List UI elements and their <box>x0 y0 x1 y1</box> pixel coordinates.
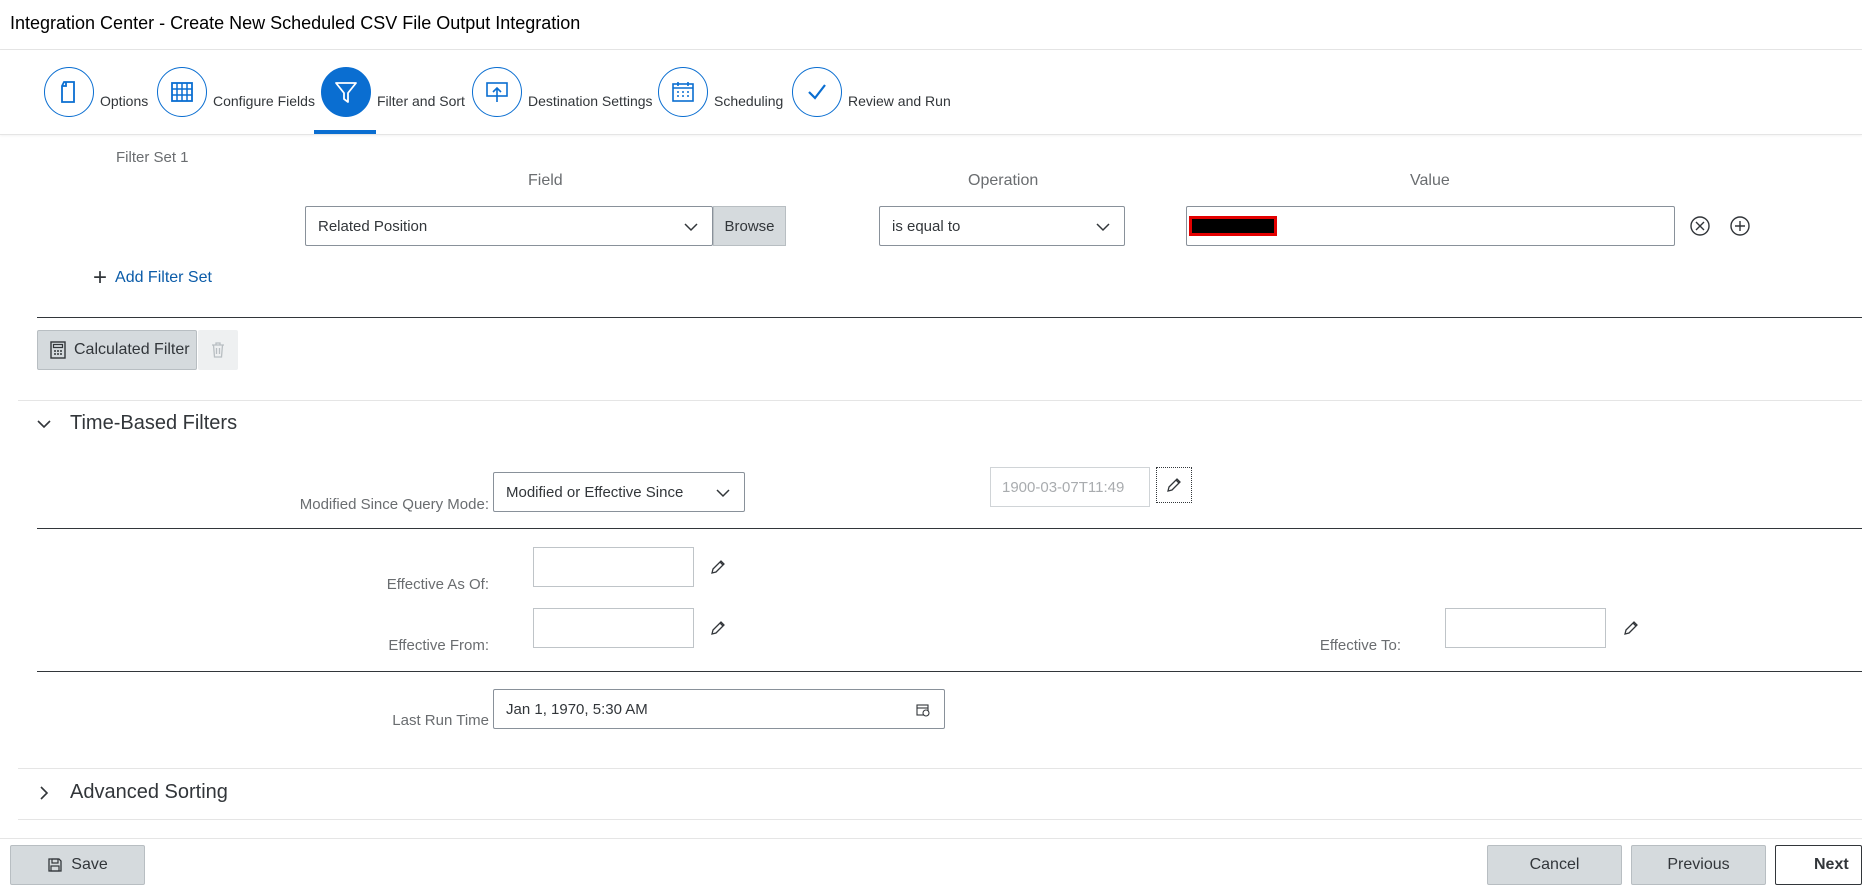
pencil-icon[interactable] <box>709 558 727 576</box>
footer-toolbar: Save Cancel Previous Next <box>0 838 1862 892</box>
filter-icon <box>321 67 371 117</box>
value-input[interactable] <box>1186 206 1675 246</box>
effective-from-label: Effective From: <box>388 637 489 654</box>
add-filter-set-label: Add Filter Set <box>115 269 212 286</box>
effective-as-of-label: Effective As Of: <box>386 576 489 593</box>
modified-since-select-value: Modified or Effective Since <box>506 483 684 501</box>
last-run-time-label: Last Run Time <box>392 712 489 729</box>
wizard-step-label: Options <box>100 93 149 109</box>
add-filter-icon[interactable] <box>1729 215 1751 237</box>
effective-from-input[interactable] <box>533 608 694 648</box>
add-filter-set-link[interactable]: + Add Filter Set <box>93 264 212 291</box>
redacted-value <box>1189 216 1277 236</box>
calendar-clock-icon[interactable] <box>916 703 930 717</box>
time-based-filters-toggle[interactable]: Time-Based Filters <box>36 412 237 435</box>
section-divider <box>18 400 1862 401</box>
title-bar: Integration Center - Create New Schedule… <box>0 0 1862 50</box>
calculator-icon <box>50 341 66 359</box>
table-grid-icon <box>157 67 207 117</box>
time-based-filters-title: Time-Based Filters <box>70 412 238 434</box>
wizard-step-label: Destination Settings <box>528 93 653 109</box>
chevron-right-icon <box>40 785 49 800</box>
chevron-down-icon <box>716 489 730 498</box>
previous-button[interactable]: Previous <box>1631 845 1766 885</box>
section-divider <box>18 819 1862 820</box>
save-icon <box>48 858 62 872</box>
delete-calculated-filter-button[interactable] <box>198 330 238 370</box>
browse-button[interactable]: Browse <box>713 206 786 246</box>
filter-set-label: Filter Set 1 <box>116 149 189 166</box>
cancel-button[interactable]: Cancel <box>1487 845 1622 885</box>
column-header-field: Field <box>528 172 563 189</box>
save-button[interactable]: Save <box>10 845 145 885</box>
calendar-icon <box>658 67 708 117</box>
effective-to-input[interactable] <box>1445 608 1606 648</box>
divider <box>37 317 1862 318</box>
wizard-progress: Options Configure Fields Filter and Sort… <box>0 50 1862 135</box>
effective-to-label: Effective To: <box>1319 637 1401 654</box>
chevron-down-icon <box>1096 223 1110 232</box>
calculated-filter-label: Calculated Filter <box>74 341 190 358</box>
calculated-filter-button[interactable]: Calculated Filter <box>37 330 197 370</box>
chevron-down-icon <box>684 223 698 232</box>
operation-select-value: is equal to <box>892 217 961 235</box>
pencil-icon[interactable] <box>1622 619 1640 637</box>
column-header-value: Value <box>1410 172 1450 189</box>
column-header-operation: Operation <box>968 172 1039 189</box>
page-title: Integration Center - Create New Schedule… <box>10 13 581 33</box>
advanced-sorting-title: Advanced Sorting <box>70 781 228 803</box>
section-divider <box>18 768 1862 769</box>
effective-as-of-input[interactable] <box>533 547 694 587</box>
chevron-down-icon <box>37 419 51 428</box>
modified-since-date-input[interactable]: 1900-03-07T11:49 <box>990 467 1150 507</box>
presentation-upload-icon <box>472 67 522 117</box>
last-run-time-input[interactable]: Jan 1, 1970, 5:30 AM <box>493 689 945 729</box>
last-run-time-value: Jan 1, 1970, 5:30 AM <box>506 700 648 718</box>
checkmark-icon <box>792 67 842 117</box>
save-label: Save <box>71 856 108 873</box>
operation-select[interactable]: is equal to <box>879 206 1125 246</box>
plus-icon: + <box>93 264 108 291</box>
document-icon <box>44 67 94 117</box>
filter-content-area: Filter Set 1 Field Operation Value Relat… <box>0 136 1862 838</box>
wizard-step-label: Scheduling <box>714 93 784 109</box>
field-select-value: Related Position <box>318 217 428 235</box>
wizard-step-label: Filter and Sort <box>377 93 465 109</box>
advanced-sorting-toggle[interactable]: Advanced Sorting <box>36 781 228 804</box>
next-button[interactable]: Next <box>1775 845 1862 885</box>
trash-icon <box>212 342 224 358</box>
wizard-step-label: Review and Run <box>848 93 951 109</box>
pencil-icon <box>1167 478 1181 492</box>
edit-modified-since-button[interactable] <box>1156 467 1192 503</box>
divider <box>37 671 1862 672</box>
field-select[interactable]: Related Position <box>305 206 713 246</box>
divider <box>37 528 1862 529</box>
modified-since-label: Modified Since Query Mode: <box>299 496 489 513</box>
remove-filter-icon[interactable] <box>1689 215 1711 237</box>
modified-since-select[interactable]: Modified or Effective Since <box>493 472 745 512</box>
wizard-step-label: Configure Fields <box>213 93 315 109</box>
pencil-icon[interactable] <box>709 619 727 637</box>
active-step-indicator <box>314 130 376 134</box>
